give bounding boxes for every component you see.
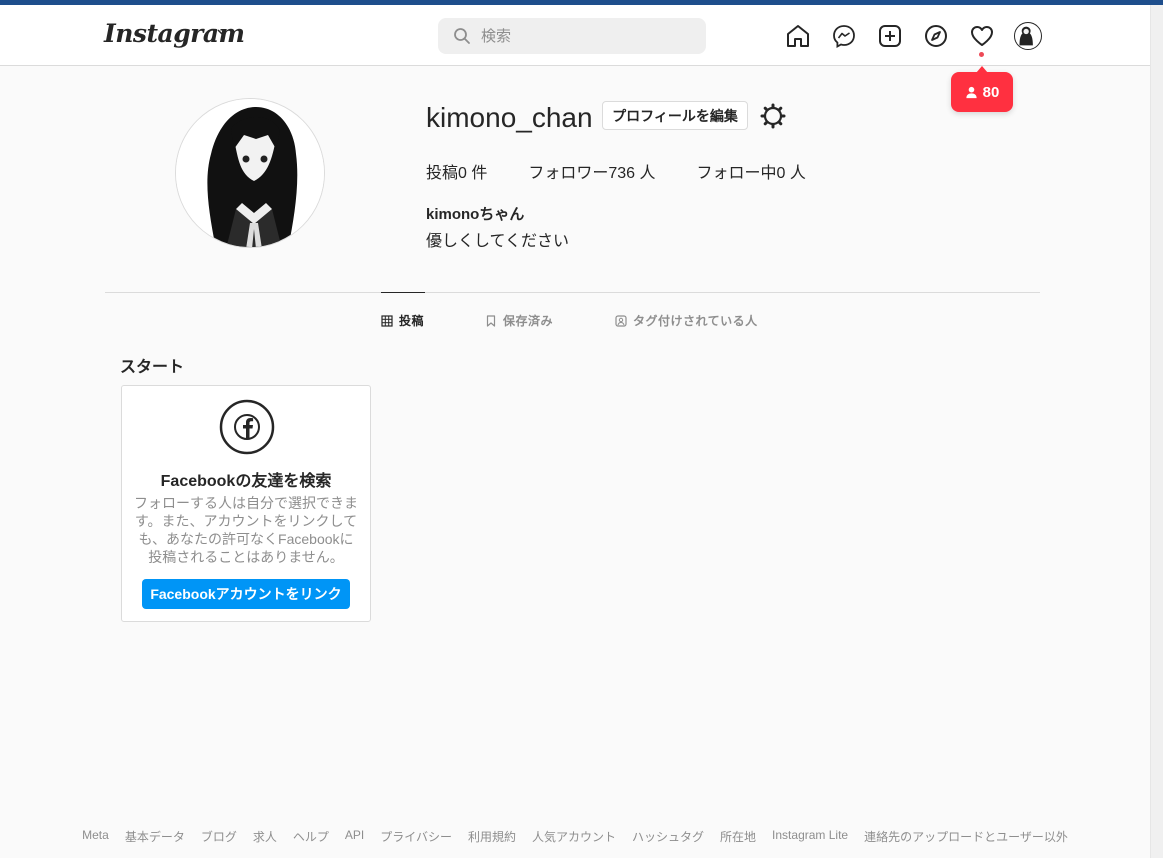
footer-link[interactable]: 所在地 [720, 828, 756, 845]
tab-saved[interactable]: 保存済み [485, 312, 553, 329]
followers-count[interactable]: フォロワー736 人 [528, 159, 655, 183]
link-facebook-button[interactable]: Facebookアカウントをリンク [142, 579, 350, 609]
scrollbar[interactable] [1150, 5, 1163, 858]
footer-link[interactable]: ハッシュタグ [632, 828, 704, 845]
footer-link[interactable]: 求人 [253, 828, 277, 845]
footer-links: Meta 基本データ ブログ 求人 ヘルプ API プライバシー 利用規約 人気… [0, 828, 1150, 845]
tabs-divider [105, 292, 1040, 293]
search-box[interactable] [438, 18, 706, 54]
avatar-illustration [176, 99, 324, 247]
bookmark-icon [486, 314, 496, 327]
settings-gear-icon[interactable] [760, 103, 786, 129]
footer-link[interactable]: プライバシー [380, 828, 452, 845]
start-section-title: スタート [120, 359, 185, 376]
chevron-down-icon[interactable] [216, 26, 228, 38]
footer-link[interactable]: 基本データ [125, 828, 185, 845]
footer-link[interactable]: API [345, 828, 364, 845]
new-post-icon[interactable] [877, 23, 903, 49]
following-count[interactable]: フォロー中0 人 [697, 159, 806, 183]
tab-tagged-label: タグ付けされている人 [633, 314, 758, 328]
card-title: Facebookの友達を検索 [160, 473, 332, 490]
tab-saved-label: 保存済み [503, 314, 554, 328]
card-description: フォローする人は自分で選択できます。また、アカウントをリンクしても、あなたの許可… [134, 495, 358, 565]
heart-icon[interactable] [969, 23, 995, 49]
tab-posts-label: 投稿 [399, 314, 425, 328]
profile-avatar[interactable] [175, 98, 325, 248]
search-icon [454, 28, 470, 44]
profile-username: kimono_chan [426, 102, 593, 133]
person-icon [966, 86, 977, 98]
messenger-icon[interactable] [831, 23, 857, 49]
footer-link[interactable]: Instagram Lite [772, 828, 848, 845]
profile-stats: 投稿0 件 フォロワー736 人 フォロー中0 人 [426, 159, 847, 183]
posts-count: 投稿0 件 [426, 165, 488, 182]
footer-link[interactable]: 連絡先のアップロードとユーザー以外 [864, 828, 1068, 845]
facebook-friends-card: Facebookの友達を検索 フォローする人は自分で選択できます。また、アカウン… [121, 385, 371, 622]
footer-link[interactable]: Meta [82, 828, 109, 845]
profile-bio: 優しくしてください [426, 233, 570, 250]
tab-tagged[interactable]: タグ付けされている人 [615, 312, 758, 329]
top-nav-bar: Instagram [0, 5, 1150, 66]
facebook-icon [219, 399, 275, 455]
explore-icon[interactable] [923, 23, 949, 49]
profile-avatar-small[interactable] [1014, 22, 1042, 50]
footer-link[interactable]: ヘルプ [293, 828, 329, 845]
tagged-person-icon [615, 314, 627, 327]
grid-icon [381, 314, 393, 327]
home-icon[interactable] [785, 23, 811, 49]
notification-dot [979, 52, 984, 57]
tab-posts[interactable]: 投稿 [381, 312, 424, 329]
active-tab-indicator [381, 292, 425, 293]
search-input[interactable] [481, 27, 681, 45]
footer-link[interactable]: ブログ [201, 828, 237, 845]
profile-full-name: kimonoちゃん [426, 206, 525, 223]
notification-popup[interactable]: 80 [951, 66, 1013, 112]
edit-profile-button[interactable]: プロフィールを編集 [602, 101, 748, 130]
footer-link[interactable]: 利用規約 [468, 828, 516, 845]
notification-count: 80 [982, 83, 1000, 101]
footer-link[interactable]: 人気アカウント [532, 828, 616, 845]
